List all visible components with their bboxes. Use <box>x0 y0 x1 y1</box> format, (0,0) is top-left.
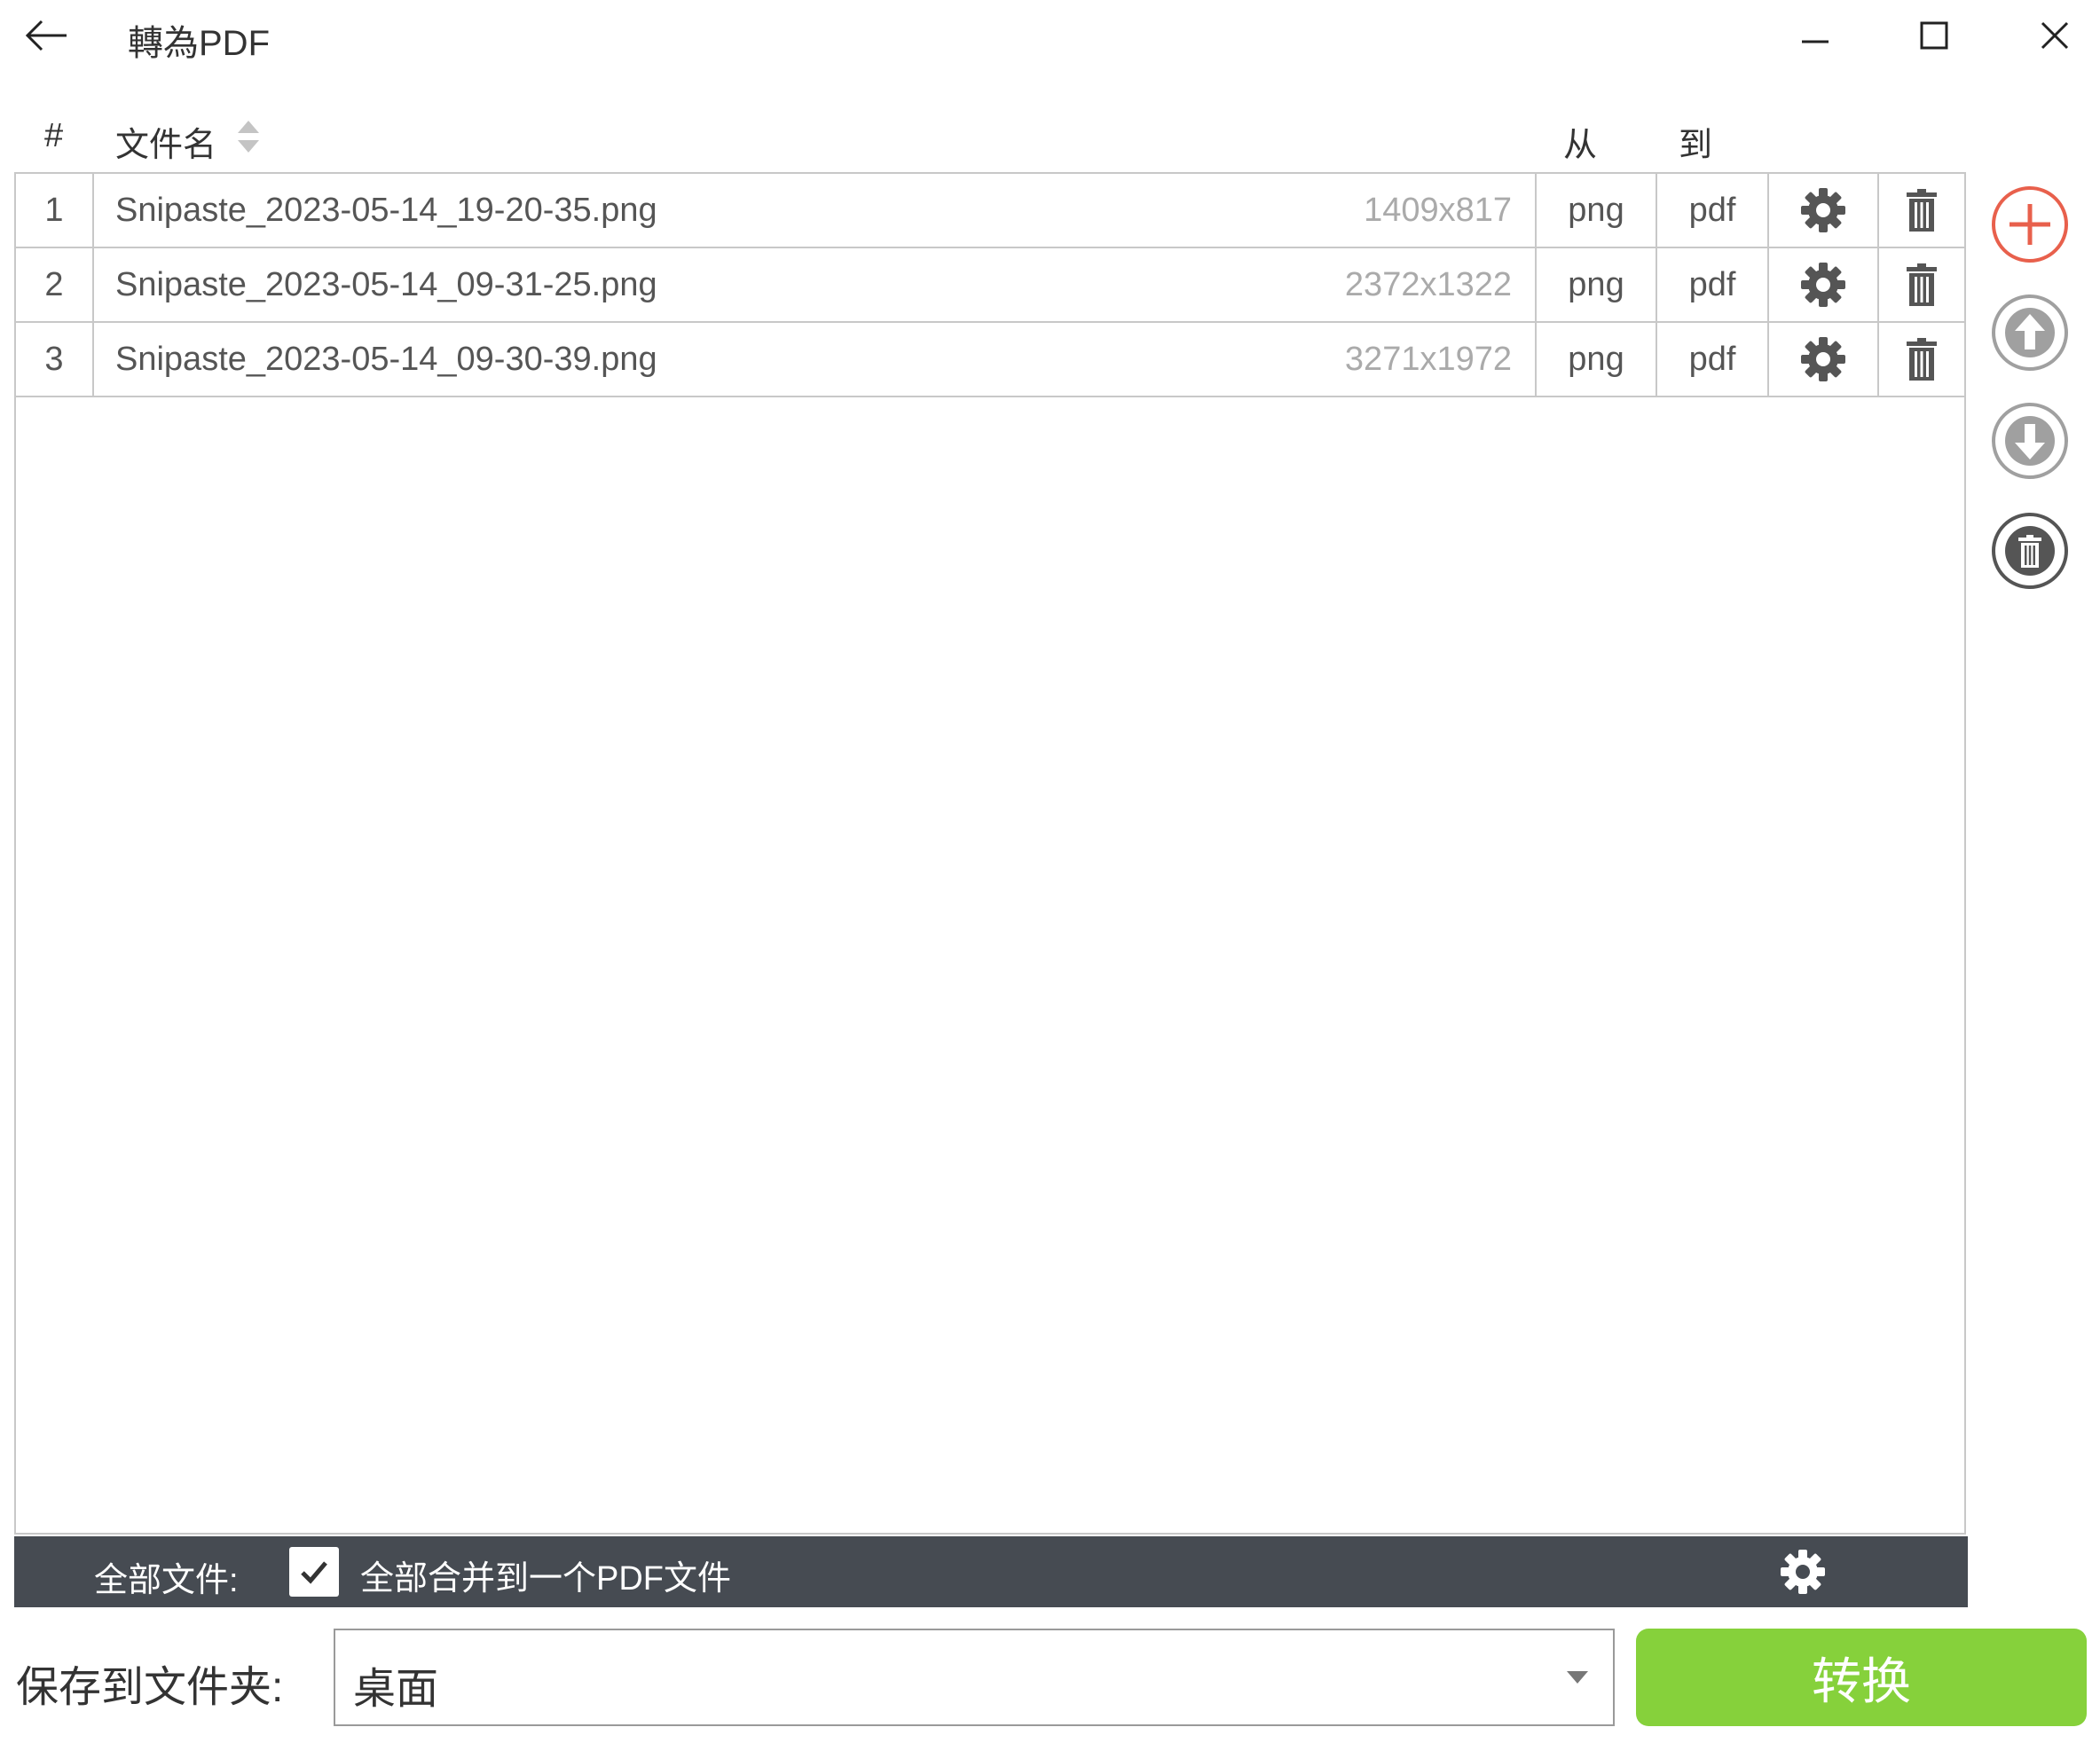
add-file-button[interactable] <box>1990 185 2070 264</box>
header-num: # <box>44 117 64 154</box>
to-format: pdf <box>1656 248 1767 321</box>
folder-value: 桌面 <box>353 1666 439 1713</box>
back-arrow-icon <box>25 20 67 51</box>
file-name-cell: Snipaste_2023-05-14_09-30-39.png 3271x19… <box>92 323 1535 396</box>
arrow-down-circle-icon <box>1992 403 2068 479</box>
dropdown-arrow-icon <box>1565 1669 1590 1690</box>
row-settings-button[interactable] <box>1767 323 1877 396</box>
minimize-button[interactable] <box>1789 11 1842 60</box>
from-format: png <box>1535 323 1656 396</box>
window-title: 轉為PDF <box>128 24 270 63</box>
header-filename[interactable]: 文件名 <box>115 117 216 166</box>
table-row[interactable]: 1 Snipaste_2023-05-14_19-20-35.png 1409x… <box>16 174 1964 248</box>
file-name-cell: Snipaste_2023-05-14_09-31-25.png 2372x13… <box>92 248 1535 321</box>
row-settings-button[interactable] <box>1767 248 1877 321</box>
merge-checkbox[interactable] <box>289 1547 339 1597</box>
close-icon <box>2041 21 2069 50</box>
file-name-cell: Snipaste_2023-05-14_19-20-35.png 1409x81… <box>92 174 1535 247</box>
trash-icon <box>1907 189 1937 232</box>
from-format: png <box>1535 174 1656 247</box>
row-number: 2 <box>44 265 64 303</box>
header-from: 从 <box>1563 127 1598 164</box>
row-number: 3 <box>44 340 64 378</box>
row-number: 1 <box>44 191 64 229</box>
file-list: 1 Snipaste_2023-05-14_19-20-35.png 1409x… <box>14 172 1966 1535</box>
to-format: pdf <box>1656 323 1767 396</box>
gear-icon <box>1801 263 1845 307</box>
trash-icon <box>1907 263 1937 306</box>
minimize-icon <box>1802 40 1829 43</box>
gear-icon <box>1781 1550 1825 1594</box>
gear-icon <box>1801 337 1845 381</box>
folder-select[interactable]: 桌面 <box>334 1629 1615 1726</box>
row-delete-button[interactable] <box>1877 323 1964 396</box>
all-settings-button[interactable] <box>1778 1547 1828 1597</box>
trash-icon <box>1907 338 1937 381</box>
batch-options-bar: 全部文件: 全部合并到一个PDF文件 <box>14 1536 1968 1607</box>
maximize-icon <box>1920 21 1948 50</box>
file-name: Snipaste_2023-05-14_09-31-25.png <box>115 265 657 303</box>
gear-icon <box>1801 188 1845 232</box>
table-row[interactable]: 3 Snipaste_2023-05-14_09-30-39.png 3271x… <box>16 323 1964 397</box>
maximize-button[interactable] <box>1907 11 1961 60</box>
move-down-button[interactable] <box>1990 401 2070 481</box>
back-button[interactable] <box>20 12 73 59</box>
row-delete-button[interactable] <box>1877 248 1964 321</box>
all-files-label: 全部文件: <box>94 1562 239 1599</box>
trash-circle-icon <box>1992 513 2068 589</box>
table-header: # 文件名 从 到 <box>14 106 1966 169</box>
file-name: Snipaste_2023-05-14_09-30-39.png <box>115 340 657 378</box>
checkmark-icon <box>301 1561 327 1584</box>
save-folder-label: 保存到文件夹: <box>16 1664 284 1711</box>
image-dimensions: 3271x1972 <box>1344 340 1512 378</box>
to-format: pdf <box>1656 174 1767 247</box>
header-to: 到 <box>1679 127 1713 164</box>
add-circle-icon <box>1992 186 2068 263</box>
arrow-up-circle-icon <box>1992 294 2068 371</box>
sort-icon[interactable] <box>236 117 261 165</box>
move-up-button[interactable] <box>1990 293 2070 373</box>
table-row[interactable]: 2 Snipaste_2023-05-14_09-31-25.png 2372x… <box>16 248 1964 323</box>
file-name: Snipaste_2023-05-14_19-20-35.png <box>115 191 657 229</box>
delete-all-button[interactable] <box>1990 511 2070 591</box>
from-format: png <box>1535 248 1656 321</box>
convert-button[interactable]: 转换 <box>1636 1629 2087 1726</box>
row-delete-button[interactable] <box>1877 174 1964 247</box>
title-bar: 轉為PDF <box>0 0 2100 71</box>
image-dimensions: 1409x817 <box>1364 191 1512 229</box>
row-settings-button[interactable] <box>1767 174 1877 247</box>
image-dimensions: 2372x1322 <box>1344 265 1512 303</box>
merge-label[interactable]: 全部合并到一个PDF文件 <box>360 1551 731 1599</box>
close-button[interactable] <box>2028 11 2081 60</box>
